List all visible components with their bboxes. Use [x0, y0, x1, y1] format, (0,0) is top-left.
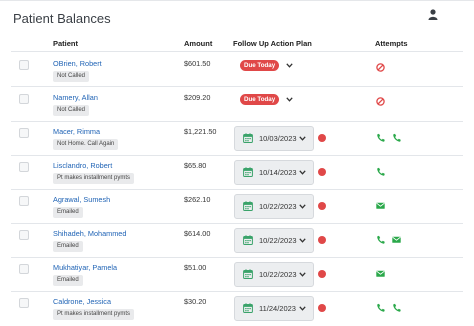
chevron-down-icon [299, 272, 306, 277]
status-dot [318, 202, 326, 210]
chevron-down-icon [299, 238, 306, 243]
amount-value: $614.00 [184, 229, 211, 238]
chevron-down-icon [299, 204, 306, 209]
no-contact-icon[interactable] [376, 63, 385, 72]
column-header-attempts[interactable]: Attempts [375, 39, 408, 49]
due-today-badge: Due Today [240, 60, 280, 71]
follow-up-date-value: 10/14/2023 [259, 168, 297, 177]
row-checkbox[interactable] [19, 196, 29, 206]
row-checkbox[interactable] [19, 94, 29, 104]
status-tag: Emailed [53, 241, 83, 252]
chevron-down-icon[interactable] [286, 63, 293, 68]
phone-icon[interactable] [376, 133, 385, 142]
row-checkbox[interactable] [19, 162, 29, 172]
patient-name-link[interactable]: Namery, Allan [53, 93, 98, 102]
column-header-patient[interactable]: Patient [53, 39, 78, 49]
calendar-icon [243, 133, 253, 143]
follow-up-date-value: 10/22/2023 [259, 202, 297, 211]
top-border [0, 0, 474, 1]
page-title: Patient Balances [13, 11, 111, 26]
follow-up-date-picker[interactable]: 10/22/2023 [234, 194, 314, 219]
chevron-down-icon [299, 306, 306, 311]
status-tag: Not Called [53, 105, 90, 116]
calendar-icon [243, 201, 253, 211]
status-tag: Emailed [53, 275, 83, 286]
status-tag: Emailed [53, 207, 83, 218]
calendar-icon [243, 235, 253, 245]
status-dot [318, 134, 326, 142]
status-dot [318, 168, 326, 176]
column-header-amount[interactable]: Amount [184, 39, 212, 49]
phone-icon[interactable] [376, 167, 385, 176]
status-tag: Not Called [53, 71, 90, 82]
follow-up-date-picker[interactable]: 11/24/2023 [234, 296, 314, 321]
chevron-down-icon [299, 136, 306, 141]
patient-name-link[interactable]: Lisclandro, Robert [53, 161, 112, 170]
table-row: Lisclandro, Robert Pt makes installment p… [0, 156, 474, 190]
follow-up-date-picker[interactable]: 10/22/2023 [234, 262, 314, 287]
phone-icon[interactable] [392, 133, 401, 142]
amount-value: $30.20 [184, 297, 207, 306]
email-icon[interactable] [376, 201, 385, 210]
column-header-follow-up[interactable]: Follow Up Action Plan [233, 39, 312, 49]
no-contact-icon[interactable] [376, 97, 385, 106]
amount-value: $262.10 [184, 195, 211, 204]
follow-up-date-value: 10/22/2023 [259, 236, 297, 245]
table-row: Macer, Rimma Not Home. Call Again $1,221.5… [0, 122, 474, 156]
row-checkbox[interactable] [19, 128, 29, 138]
calendar-icon [243, 269, 253, 279]
status-dot [318, 236, 326, 244]
amount-value: $601.50 [184, 59, 211, 68]
table-row: OBrien, Robert Not Called $601.50 Due Today [0, 53, 474, 87]
phone-icon[interactable] [376, 235, 385, 244]
user-icon[interactable] [428, 9, 438, 20]
status-dot [318, 270, 326, 278]
amount-value: $209.20 [184, 93, 211, 102]
row-checkbox[interactable] [19, 230, 29, 240]
calendar-icon [243, 303, 253, 313]
amount-value: $65.80 [184, 161, 207, 170]
follow-up-date-value: 10/03/2023 [259, 134, 297, 143]
status-tag: Pt makes installment pymts [53, 309, 135, 320]
status-dot [318, 304, 326, 312]
follow-up-date-picker[interactable]: 10/03/2023 [234, 126, 314, 151]
email-icon[interactable] [392, 235, 401, 244]
follow-up-date-picker[interactable]: 10/14/2023 [234, 160, 314, 185]
follow-up-date-picker[interactable]: 10/22/2023 [234, 228, 314, 253]
due-today-badge: Due Today [240, 94, 280, 105]
amount-value: $51.00 [184, 263, 207, 272]
row-checkbox[interactable] [19, 264, 29, 274]
amount-value: $1,221.50 [184, 127, 217, 136]
status-tag: Not Home. Call Again [53, 139, 119, 150]
follow-up-date-value: 10/22/2023 [259, 270, 297, 279]
patient-name-link[interactable]: Macer, Rimma [53, 127, 100, 136]
patient-name-link[interactable]: OBrien, Robert [53, 59, 102, 68]
patient-name-link[interactable]: Mukhatiyar, Pamela [53, 263, 117, 272]
status-tag: Pt makes installment pymts [53, 173, 135, 184]
table-row: Mukhatiyar, Pamela Emailed $51.00 10/22/202… [0, 258, 474, 292]
table-row: Namery, Allan Not Called $209.20 Due Today [0, 87, 474, 121]
chevron-down-icon[interactable] [286, 97, 293, 102]
patient-name-link[interactable]: Shihadeh, Mohammed [53, 229, 126, 238]
row-checkbox[interactable] [19, 60, 29, 70]
row-checkbox[interactable] [19, 298, 29, 308]
table-row: Shihadeh, Mohammed Emailed $614.00 10/22/20… [0, 224, 474, 258]
patient-name-link[interactable]: Caldrone, Jessica [53, 297, 111, 306]
header-divider [11, 51, 463, 52]
phone-icon[interactable] [392, 303, 401, 312]
table-row: Agrawal, Sumesh Emailed $262.10 10/22/2023 [0, 190, 474, 224]
follow-up-date-value: 11/24/2023 [259, 304, 296, 313]
chevron-down-icon [299, 170, 306, 175]
calendar-icon [243, 167, 253, 177]
patient-name-link[interactable]: Agrawal, Sumesh [53, 195, 110, 204]
phone-icon[interactable] [376, 303, 385, 312]
email-icon[interactable] [376, 269, 385, 278]
table-row: Caldrone, Jessica Pt makes installment py… [0, 292, 474, 326]
